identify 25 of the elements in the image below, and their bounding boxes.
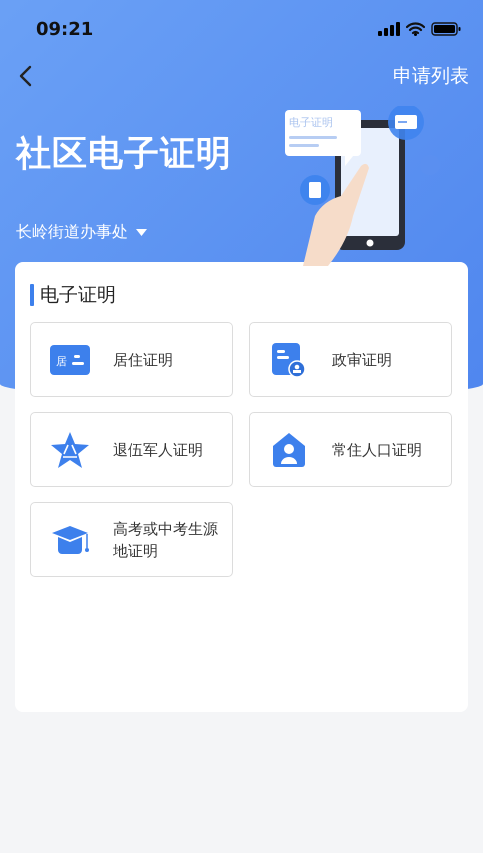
certificate-tile[interactable]: 政审证明: [249, 322, 452, 397]
document-stamp-icon: [272, 342, 306, 376]
certificate-label: 政审证明: [332, 350, 393, 370]
certificate-tile[interactable]: 高考或中考生源地证明: [30, 502, 233, 577]
status-time: 09:21: [36, 18, 94, 40]
certificate-tile[interactable]: 常住人口证明: [249, 412, 452, 487]
back-button[interactable]: [18, 65, 32, 87]
house-person-icon: [272, 432, 306, 468]
star-icon: [50, 430, 90, 468]
certificate-tile[interactable]: 退伍军人证明: [30, 412, 233, 487]
certificate-label: 高考或中考生源地证明: [113, 518, 219, 562]
illustration-caption: 电子证明: [289, 116, 333, 129]
certificate-label: 常住人口证明: [332, 440, 423, 460]
page-title: 社区电子证明: [16, 133, 232, 176]
dropdown-caret-icon: [136, 229, 147, 236]
graduation-cap-icon: [50, 524, 90, 556]
certificate-label: 退伍军人证明: [113, 440, 204, 460]
icon-character: 居: [56, 354, 67, 368]
certificate-tile[interactable]: 居 居住证明: [30, 322, 233, 397]
certificate-label: 居住证明: [113, 350, 174, 370]
back-icon: [18, 65, 32, 87]
battery-icon: [431, 22, 461, 36]
section-title: 电子证明: [40, 283, 116, 308]
signal-icon: [378, 22, 400, 36]
wifi-icon: [406, 22, 425, 36]
